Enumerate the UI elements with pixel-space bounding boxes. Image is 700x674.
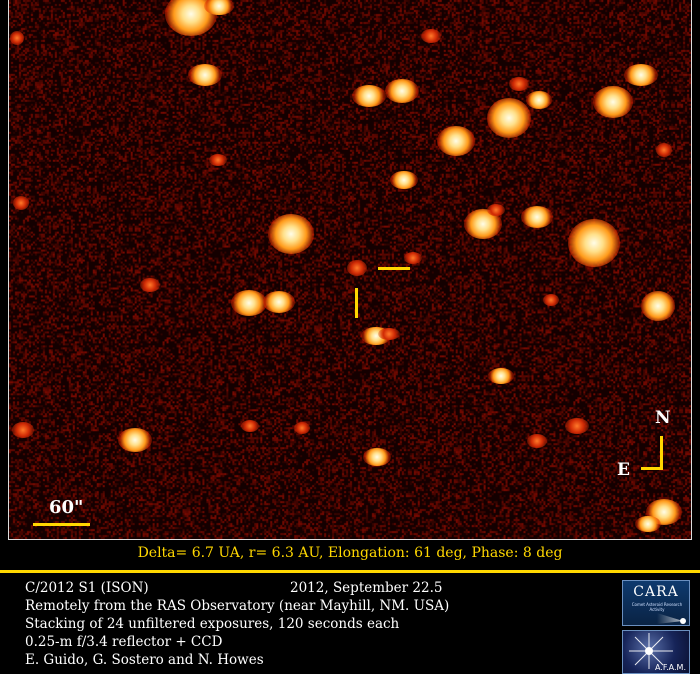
faint-star [487,204,505,216]
star [268,214,314,254]
scale-bar [33,523,90,526]
star [188,64,222,86]
faint-star [404,252,422,264]
faint-star [12,422,34,438]
faint-star [565,418,589,434]
compass-north-arm [660,436,663,469]
star [593,86,633,118]
faint-star [656,143,672,157]
faint-star [294,422,310,434]
star [437,126,475,156]
faint-star [241,420,259,432]
faint-star [421,29,441,43]
geometry-info-line: Delta= 6.7 UA, r= 6.3 AU, Elongation: 61… [137,545,563,561]
star [641,291,675,321]
comet-marker-vertical [355,288,358,318]
compass-north-label: N [655,408,671,428]
faint-star [347,260,367,276]
afam-logo: A.F.A.M. [622,630,690,674]
star [521,206,553,228]
faint-star [509,77,529,91]
star [118,428,152,452]
faint-star [527,434,547,448]
scale-bar-label: 60" [49,497,84,518]
star [568,219,620,267]
star [263,291,295,313]
star-field-image: N E 60" [8,0,692,540]
star [231,290,267,316]
observation-date: 2012, September 22.5 [290,580,443,596]
star [352,85,386,107]
star [487,98,531,138]
compass-east-label: E [617,460,630,480]
star [488,368,514,384]
star [385,79,419,103]
authors-line: E. Guido, G. Sostero and N. Howes [25,652,264,668]
faint-star [378,328,400,340]
faint-star [13,196,29,210]
faint-star [209,154,227,166]
star [390,171,418,189]
instrument-line: 0.25-m f/3.4 reflector + CCD [25,634,223,650]
compass-east-arm [641,467,663,470]
faint-star [543,294,559,306]
comet-marker-horizontal [378,267,410,270]
faint-star [140,278,160,292]
exposure-line: Stacking of 24 unfiltered exposures, 120… [25,616,400,632]
star [526,91,552,109]
divider-rule [0,570,700,573]
cara-logo: CARA Comet Asteroid Research Activity [622,580,690,626]
faint-star [10,31,24,45]
observatory-line: Remotely from the RAS Observatory (near … [25,598,450,614]
star [624,64,658,86]
star [635,516,661,532]
comet-icon [657,613,686,624]
star [363,448,391,466]
